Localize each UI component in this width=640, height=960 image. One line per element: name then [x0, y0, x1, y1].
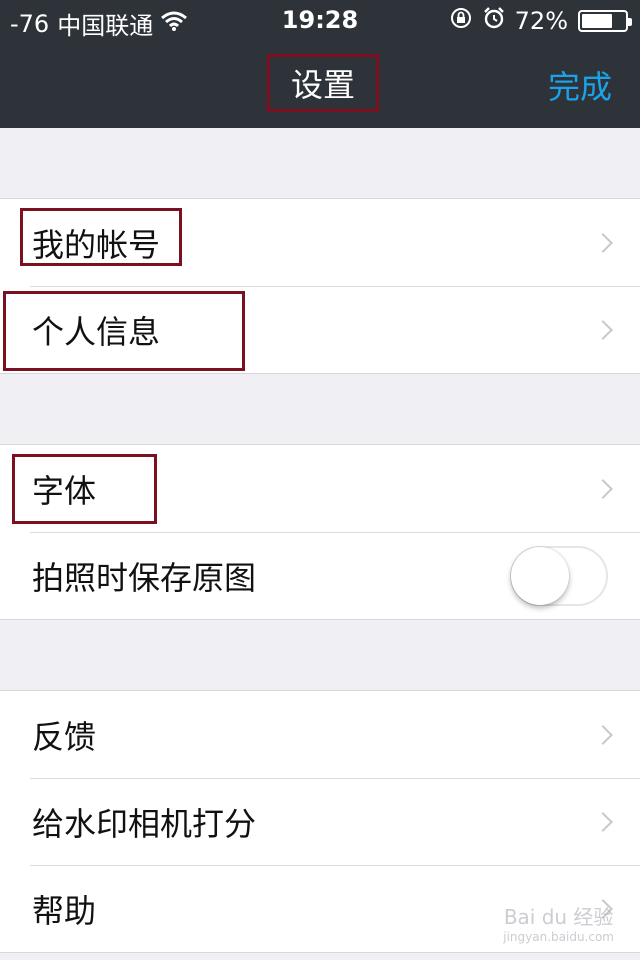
settings-item-label: 我的帐号: [32, 225, 161, 264]
rotation-lock-icon: [449, 6, 473, 36]
settings-item-label: 给水印相机打分: [32, 804, 257, 843]
alarm-icon: [483, 7, 505, 35]
settings-item-label: 拍照时保存原图: [32, 558, 257, 597]
settings-section-display: 字体 拍照时保存原图: [0, 444, 640, 620]
settings-item-save-original: 拍照时保存原图: [0, 532, 640, 619]
baidu-watermark: Bai du 经验 jingyan.baidu.com: [503, 901, 614, 944]
status-bar: -76 中国联通 19:28 72%: [0, 0, 640, 40]
settings-item-label: 帮助: [32, 891, 97, 930]
settings-item-label: 个人信息: [32, 312, 161, 351]
settings-section-account: 我的帐号 个人信息: [0, 198, 640, 374]
settings-item-personal-info[interactable]: 个人信息: [0, 286, 640, 373]
status-right: 72%: [449, 6, 632, 36]
settings-item-feedback[interactable]: 反馈: [0, 691, 640, 778]
done-button[interactable]: 完成: [548, 62, 612, 108]
chevron-right-icon: [593, 811, 613, 832]
settings-item-my-account[interactable]: 我的帐号: [0, 199, 640, 286]
page-title: 设置: [267, 54, 379, 112]
watermark-text: Bai du 经验: [503, 905, 614, 929]
settings-item-font[interactable]: 字体: [0, 445, 640, 532]
settings-item-label: 反馈: [32, 717, 97, 756]
save-original-toggle[interactable]: [510, 545, 608, 606]
navigation-bar: 设置 完成: [0, 40, 640, 128]
settings-item-rate-app[interactable]: 给水印相机打分: [0, 778, 640, 865]
battery-percent: 72%: [514, 7, 568, 35]
chevron-right-icon: [593, 724, 613, 745]
settings-item-label: 字体: [32, 471, 97, 510]
chevron-right-icon: [593, 232, 613, 253]
battery-fill: [582, 14, 613, 28]
chevron-right-icon: [593, 478, 613, 499]
watermark-url: jingyan.baidu.com: [503, 930, 614, 944]
chevron-right-icon: [593, 319, 613, 340]
battery-icon: [578, 10, 632, 32]
toggle-knob: [511, 546, 569, 605]
